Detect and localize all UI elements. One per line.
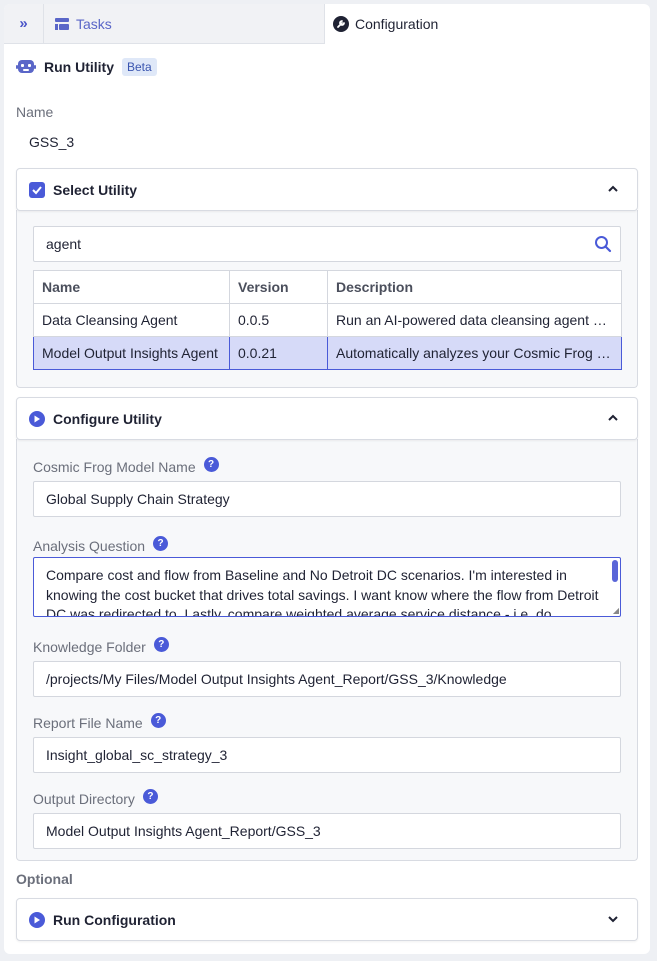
select-utility-checkbox[interactable] <box>29 181 45 198</box>
search-icon[interactable] <box>594 235 612 256</box>
table-row[interactable]: Data Cleansing Agent 0.0.5 Run an AI-pow… <box>33 303 622 337</box>
resize-handle-icon[interactable]: ◢ <box>613 607 619 615</box>
page-header: Run Utility Beta <box>16 56 157 78</box>
configure-utility-body: Cosmic Frog Model Name ? Global Supply C… <box>16 439 638 861</box>
name-label: Name <box>16 104 54 120</box>
output-directory-input[interactable]: Model Output Insights Agent_Report/GSS_3 <box>33 813 621 849</box>
beta-badge: Beta <box>122 58 157 76</box>
textarea-scrollbar[interactable] <box>612 560 618 582</box>
help-icon[interactable]: ? <box>142 788 158 804</box>
tab-tasks-label: Tasks <box>76 15 112 32</box>
tab-configuration-label: Configuration <box>355 16 439 32</box>
tab-tasks[interactable]: Tasks <box>44 4 325 44</box>
tasks-icon <box>54 16 70 32</box>
cell-version: 0.0.21 <box>229 336 328 370</box>
expand-panel-button[interactable]: » <box>4 4 44 44</box>
select-utility-header[interactable]: Select Utility <box>16 168 638 211</box>
utility-search-input[interactable]: agent <box>33 226 621 262</box>
run-utility-panel: » Tasks Configuration Run Utility Beta N… <box>4 4 650 954</box>
output-directory-value: Model Output Insights Agent_Report/GSS_3 <box>46 823 321 839</box>
play-circle-icon <box>29 911 45 928</box>
cell-description: Automatically analyzes your Cosmic Frog … <box>327 336 622 370</box>
utility-table: Name Version Description Data Cleansing … <box>33 270 622 370</box>
wrench-icon <box>333 16 349 32</box>
run-configuration-header[interactable]: Run Configuration <box>16 898 638 941</box>
table-header-row: Name Version Description <box>33 270 622 304</box>
configure-utility-header[interactable]: Configure Utility <box>16 397 638 440</box>
optional-label: Optional <box>16 871 73 887</box>
column-header-version[interactable]: Version <box>229 270 328 304</box>
knowledge-folder-value: /projects/My Files/Model Output Insights… <box>46 671 507 687</box>
search-value: agent <box>46 236 82 252</box>
double-chevron-right-icon: » <box>19 15 28 32</box>
analysis-question-value: Compare cost and flow from Baseline and … <box>46 567 599 617</box>
knowledge-folder-label: Knowledge Folder ? <box>33 636 169 655</box>
model-name-label-text: Cosmic Frog Model Name <box>33 459 196 475</box>
help-icon[interactable]: ? <box>153 535 169 551</box>
page-title: Run Utility <box>44 59 114 75</box>
chevron-up-icon[interactable] <box>605 181 621 197</box>
analysis-question-label: Analysis Question ? <box>33 535 169 554</box>
cell-name: Data Cleansing Agent <box>33 303 230 337</box>
chevron-down-icon[interactable] <box>605 911 621 927</box>
cell-name: Model Output Insights Agent <box>33 336 230 370</box>
report-file-name-input[interactable]: Insight_global_sc_strategy_3 <box>33 737 621 773</box>
knowledge-folder-input[interactable]: /projects/My Files/Model Output Insights… <box>33 661 621 697</box>
select-utility-body: agent Name Version Description Data Clea… <box>16 210 638 388</box>
help-icon[interactable]: ? <box>203 456 219 472</box>
knowledge-folder-label-text: Knowledge Folder <box>33 639 146 655</box>
name-value[interactable]: GSS_3 <box>29 134 74 150</box>
analysis-question-textarea[interactable]: Compare cost and flow from Baseline and … <box>33 557 621 617</box>
cell-version: 0.0.5 <box>229 303 328 337</box>
model-name-label: Cosmic Frog Model Name ? <box>33 456 219 475</box>
run-configuration-title: Run Configuration <box>53 911 176 928</box>
robot-icon <box>16 56 36 79</box>
configure-utility-title: Configure Utility <box>53 410 162 427</box>
report-file-name-label: Report File Name ? <box>33 712 166 731</box>
play-circle-icon <box>29 410 45 427</box>
help-icon[interactable]: ? <box>150 712 166 728</box>
output-directory-label: Output Directory ? <box>33 788 158 807</box>
select-utility-title: Select Utility <box>53 181 138 198</box>
model-name-value: Global Supply Chain Strategy <box>46 491 230 507</box>
report-file-name-value: Insight_global_sc_strategy_3 <box>46 747 228 763</box>
chevron-up-icon[interactable] <box>605 410 621 426</box>
tab-bar: » Tasks Configuration <box>4 4 650 44</box>
tab-configuration[interactable]: Configuration <box>325 4 650 44</box>
report-file-name-label-text: Report File Name <box>33 715 143 731</box>
model-name-input[interactable]: Global Supply Chain Strategy <box>33 481 621 517</box>
output-directory-label-text: Output Directory <box>33 791 135 807</box>
analysis-question-label-text: Analysis Question <box>33 538 146 554</box>
help-icon[interactable]: ? <box>153 636 169 652</box>
cell-description: Run an AI-powered data cleansing agent w… <box>327 303 622 337</box>
column-header-name[interactable]: Name <box>33 270 230 304</box>
column-header-description[interactable]: Description <box>327 270 622 304</box>
table-row-selected[interactable]: Model Output Insights Agent 0.0.21 Autom… <box>33 336 622 370</box>
